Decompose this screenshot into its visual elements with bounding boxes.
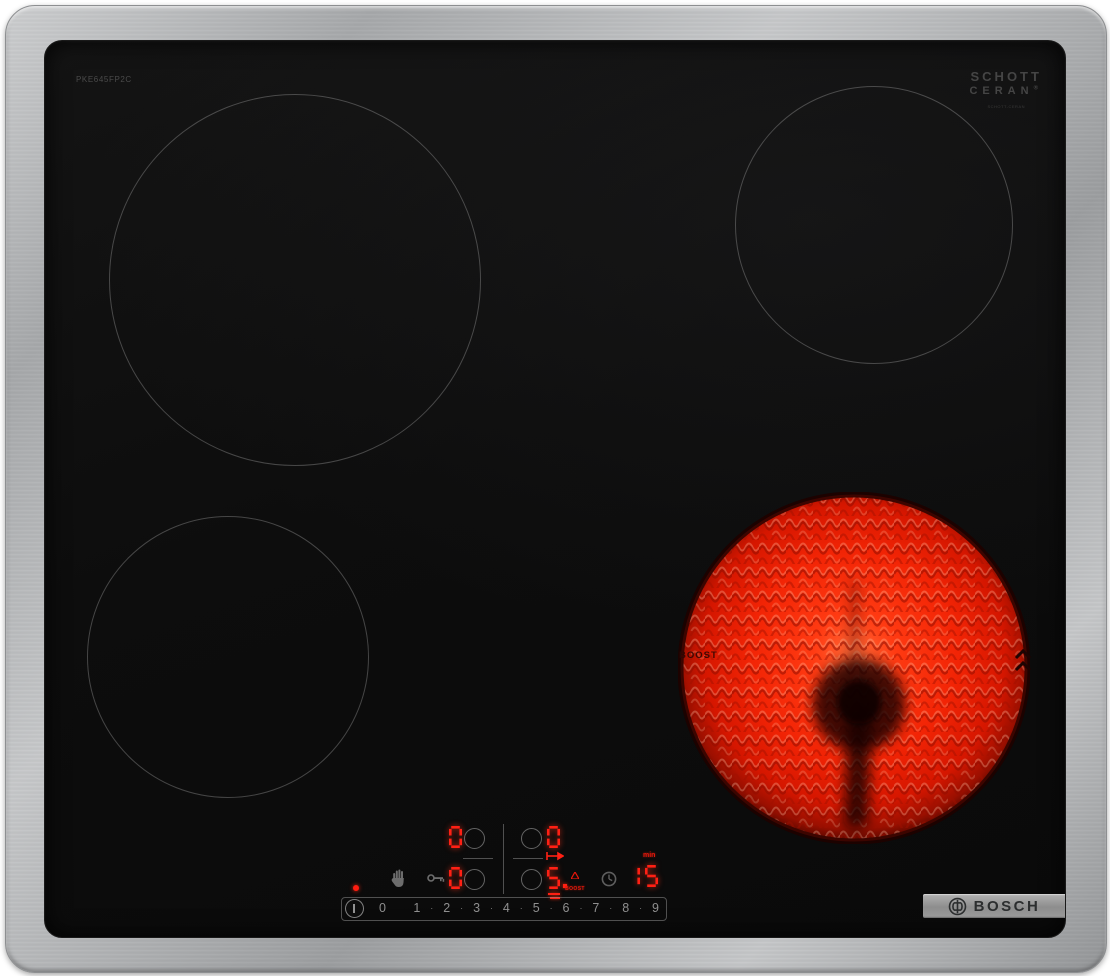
zone-cross-vertical [503,824,504,894]
level-separator: · [540,903,563,913]
registered-mark: ® [1034,85,1043,91]
boost-icon [571,872,579,879]
level-separator: · [629,903,652,913]
zone-select-rear-right[interactable] [521,828,542,849]
childlock-key-icon[interactable] [427,873,445,883]
bosch-logo-text: BOSCH [974,898,1041,915]
extended-zone-indicator-icon [546,851,564,863]
boost-button-label: BOOST [560,886,590,892]
power-icon [353,904,355,913]
display-rear-right [547,826,560,848]
level-1[interactable]: 1 [413,901,420,915]
level-separator: · [510,903,533,913]
zone-cross-horizontal-right [513,858,543,859]
bosch-emblem-icon [948,897,967,916]
zone-outline-rear-right [735,86,1013,364]
power-on-indicator-dot [353,885,359,891]
level-separator: · [599,903,622,913]
level-separator: · [450,903,473,913]
level-7[interactable]: 7 [592,901,599,915]
boost-print-label: BOOST [679,650,718,661]
zone-cross-horizontal-left [463,858,493,859]
schott-logo-subline: SCHOTT-CERAN [969,104,1043,109]
ceramic-glass-surface: PKE645FP2C SCHOTT CERAN® SCHOTT-CERAN [44,40,1066,938]
zone-select-front-left[interactable] [464,869,485,890]
bosch-badge: BOSCH [923,894,1065,918]
level-separator: · [420,903,443,913]
timer-clock-icon[interactable] [601,871,617,887]
level-8[interactable]: 8 [622,901,629,915]
schott-logo-line2: CERAN® [969,85,1043,97]
level-9[interactable]: 9 [652,901,659,915]
zone-select-rear-left[interactable] [464,828,485,849]
model-number: PKE645FP2C [76,75,132,84]
boost-button[interactable]: BOOST [560,866,590,892]
level-5[interactable]: 5 [533,901,540,915]
pause-hand-icon[interactable] [391,869,406,887]
zone-outline-rear-left [109,94,481,466]
zone-select-front-right[interactable] [521,869,542,890]
extended-zone-chevrons-icon [1013,644,1033,684]
level-4[interactable]: 4 [503,901,510,915]
cooktop-photo: { "device": { "model_number": "PKE645FP2… [0,0,1110,976]
level-0[interactable]: 0 [379,901,386,915]
zone-active-underline [548,893,560,895]
display-front-left [449,867,462,889]
schott-logo-line1: SCHOTT [969,69,1043,84]
level-2[interactable]: 2 [443,901,450,915]
zone-outline-front-left [87,516,369,798]
timer-unit-label: min [643,852,655,859]
timer-display [627,865,658,887]
level-6[interactable]: 6 [563,901,570,915]
level-separator: · [570,903,593,913]
schott-ceran-logo: SCHOTT CERAN® SCHOTT-CERAN [969,69,1043,109]
level-3[interactable]: 3 [473,901,480,915]
display-rear-left [449,826,462,848]
power-button[interactable] [345,899,364,918]
radiant-element [678,492,1030,844]
level-separator: · [480,903,503,913]
level-slider-numbers[interactable]: 01·2·3·4·5·6·7·8·9 [379,897,659,919]
active-heating-zone: BOOST [678,492,1030,844]
